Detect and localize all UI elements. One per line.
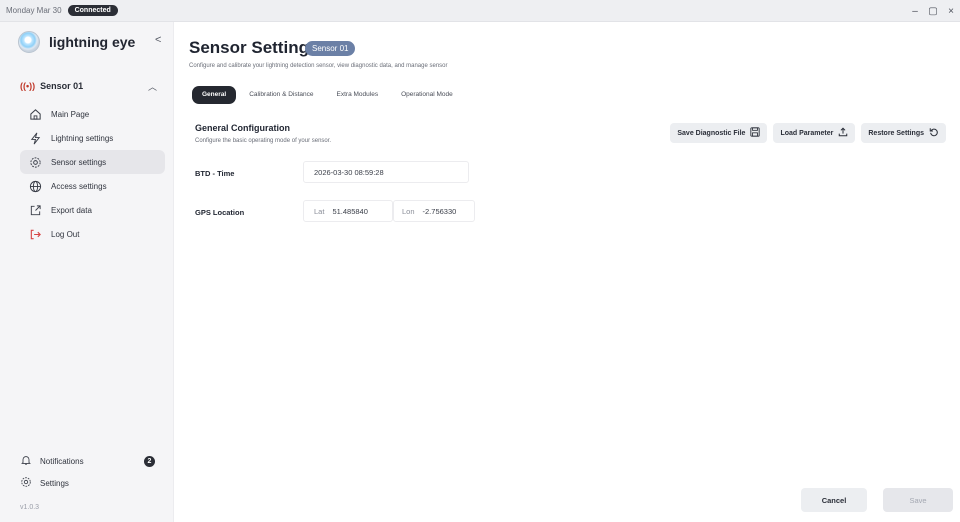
sidebar-footer: Notifications 2 Settings — [20, 450, 165, 494]
sidebar-item-label: Export data — [51, 205, 92, 215]
logout-icon — [27, 226, 43, 242]
sidebar: lightning eye < ((•)) Sensor 01 ︿ Main P… — [0, 22, 174, 522]
home-icon — [27, 106, 43, 122]
settings-label: Settings — [40, 478, 69, 488]
longitude-label: Lon — [402, 206, 415, 216]
page-subtitle: Configure and calibrate your lightning d… — [189, 63, 448, 69]
sidebar-item-export-data[interactable]: Export data — [20, 198, 165, 222]
btd-time-value: 2026-03-30 08:59:28 — [314, 167, 384, 177]
sidebar-item-main-page[interactable]: Main Page — [20, 102, 165, 126]
globe-icon — [27, 178, 43, 194]
floppy-disk-icon — [750, 127, 761, 139]
longitude-field[interactable]: Lon -2.756330 — [393, 200, 475, 222]
maximize-button[interactable]: ▢ — [924, 6, 942, 17]
sidebar-item-label: Sensor settings — [51, 157, 107, 167]
sidebar-item-log-out[interactable]: Log Out — [20, 222, 165, 246]
notifications-item[interactable]: Notifications 2 — [20, 450, 165, 472]
tab-operational-mode[interactable]: Operational Mode — [391, 86, 463, 104]
load-parameter-button[interactable]: Load Parameter — [773, 123, 856, 143]
latitude-field[interactable]: Lat 51.485840 — [303, 200, 393, 222]
tab-general[interactable]: General — [192, 86, 237, 104]
action-buttons: Save Diagnostic File Load Parameter Rest… — [664, 123, 946, 143]
restore-settings-label: Restore Settings — [868, 129, 924, 137]
restore-icon — [929, 127, 939, 139]
upload-icon — [838, 127, 848, 139]
sidebar-item-label: Access settings — [51, 181, 107, 191]
save-diagnostic-label: Save Diagnostic File — [677, 129, 746, 137]
settings-tabs: General Calibration & Distance Extra Mod… — [192, 86, 466, 104]
restore-settings-button[interactable]: Restore Settings — [861, 123, 946, 143]
close-button[interactable]: × — [942, 6, 960, 17]
sidebar-item-label: Log Out — [51, 229, 80, 239]
title-bar: Monday Mar 30 Connected – ▢ × — [0, 0, 960, 22]
btd-time-field[interactable]: 2026-03-30 08:59:28 — [303, 161, 469, 183]
main-content: Sensor Settings Sensor 01 Configure and … — [175, 22, 960, 522]
minimize-button[interactable]: – — [906, 6, 924, 17]
section-description: Configure the basic operating mode of yo… — [195, 138, 332, 144]
notifications-label: Notifications — [40, 456, 84, 466]
date-label: Monday Mar 30 — [6, 6, 62, 15]
longitude-value: -2.756330 — [422, 206, 457, 216]
latitude-label: Lat — [314, 206, 325, 216]
sidebar-item-label: Lightning settings — [51, 133, 114, 143]
tab-extra-modules[interactable]: Extra Modules — [327, 86, 389, 104]
export-icon — [27, 202, 43, 218]
chevron-up-icon: ︿ — [147, 81, 157, 92]
sidebar-item-sensor-settings[interactable]: Sensor settings — [20, 150, 165, 174]
collapse-sidebar-icon[interactable]: < — [155, 34, 161, 46]
brand: lightning eye — [18, 31, 135, 53]
connection-status-badge: Connected — [67, 5, 118, 16]
sidebar-nav: Main Page Lightning settings Sensor sett… — [20, 102, 165, 246]
gear-icon — [27, 154, 43, 170]
latitude-value: 51.485840 — [332, 206, 368, 216]
sensor-badge: Sensor 01 — [305, 41, 356, 56]
brand-name: lightning eye — [49, 34, 136, 50]
gps-location-label: GPS Location — [195, 208, 245, 217]
lightning-icon — [27, 130, 43, 146]
btd-time-label: BTD - Time — [195, 169, 235, 178]
settings-item[interactable]: Settings — [20, 472, 165, 494]
sidebar-item-access-settings[interactable]: Access settings — [20, 174, 165, 198]
logo-icon — [18, 31, 40, 53]
save-diagnostic-file-button[interactable]: Save Diagnostic File — [670, 123, 768, 143]
settings-gear-icon — [20, 476, 32, 490]
window-controls: – ▢ × — [906, 0, 960, 22]
tab-calibration-distance[interactable]: Calibration & Distance — [239, 86, 323, 104]
save-button[interactable]: Save — [883, 488, 953, 512]
signal-icon: ((•)) — [20, 81, 36, 91]
notifications-count-badge: 2 — [144, 455, 155, 467]
bell-icon — [20, 454, 32, 468]
sensor-name: Sensor 01 — [40, 81, 84, 91]
sidebar-item-lightning-settings[interactable]: Lightning settings — [20, 126, 165, 150]
page-title: Sensor Settings — [189, 38, 319, 57]
version-label: v1.0.3 — [20, 504, 40, 511]
sensor-selector[interactable]: ((•)) Sensor 01 ︿ — [20, 81, 165, 92]
sidebar-item-label: Main Page — [51, 109, 90, 119]
load-parameter-label: Load Parameter — [780, 129, 834, 137]
cancel-button[interactable]: Cancel — [801, 488, 867, 512]
section-title: General Configuration — [195, 123, 291, 133]
